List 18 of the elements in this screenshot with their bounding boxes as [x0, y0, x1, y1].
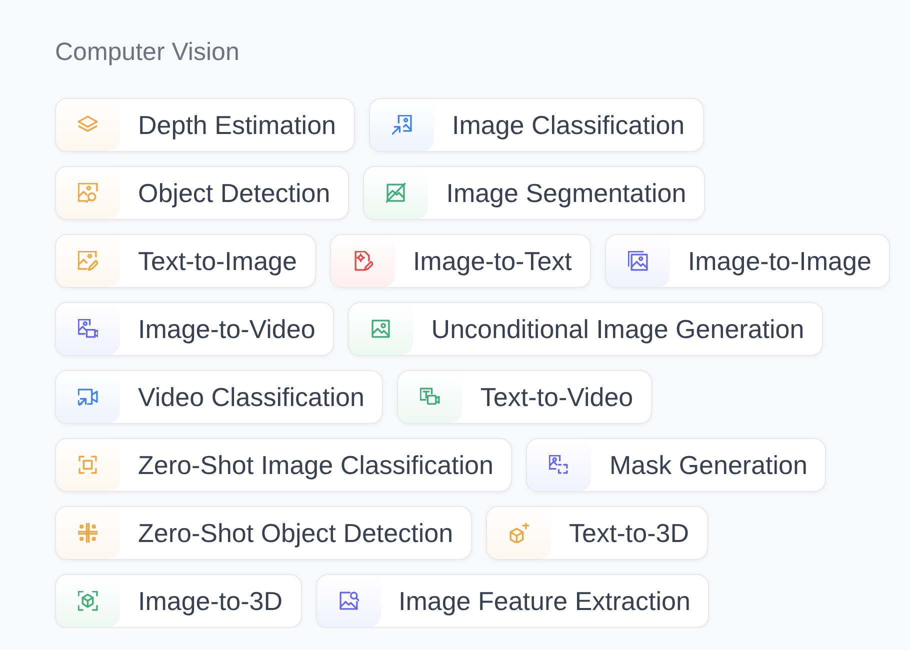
task-link[interactable]: Image-to-Video	[55, 302, 334, 356]
task-link[interactable]: Mask Generation	[526, 438, 826, 492]
task-link[interactable]: Image Classification	[368, 98, 704, 152]
task-link[interactable]: Object Detection	[55, 166, 350, 220]
task-link[interactable]: Unconditional Image Generation	[348, 302, 824, 356]
task-link[interactable]: Image Segmentation	[363, 166, 706, 220]
task-link[interactable]: Text-to-3D	[486, 506, 708, 560]
task-link[interactable]: Image-to-Text	[330, 234, 591, 288]
task-link[interactable]: Image-to-3D	[55, 574, 302, 628]
task-link[interactable]: Text-to-Video	[397, 370, 652, 424]
task-link[interactable]: Depth Estimation	[55, 98, 355, 152]
task-link[interactable]: Zero-Shot Image Classification	[55, 438, 512, 492]
task-link[interactable]: Video Classification	[55, 370, 384, 424]
task-link[interactable]: Image-to-Image	[604, 234, 890, 288]
task-link[interactable]: Zero-Shot Object Detection	[55, 506, 472, 560]
task-link[interactable]: Image Feature Extraction	[316, 574, 710, 628]
section-heading: Computer Vision	[55, 37, 240, 67]
task-link[interactable]: Text-to-Image	[55, 234, 316, 288]
